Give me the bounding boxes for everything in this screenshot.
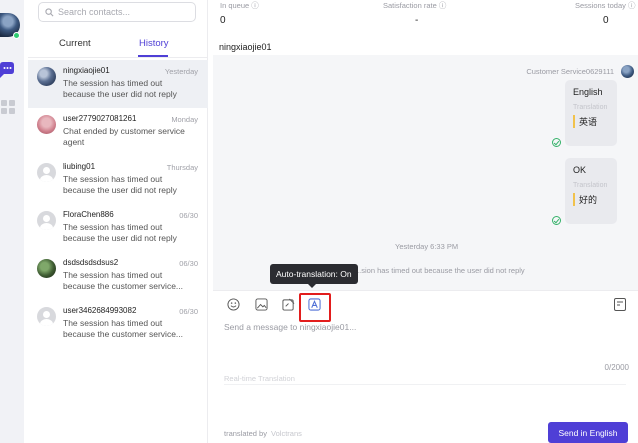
contact-time: 06/30 — [179, 211, 198, 220]
contact-tabs: Current History — [28, 34, 208, 58]
list-item[interactable]: ningxiaojie01 Yesterday The session has … — [28, 60, 208, 108]
stat-value: 0 — [603, 15, 609, 26]
quick-reply-icon[interactable] — [282, 298, 295, 311]
history-panel-icon[interactable] — [614, 298, 626, 311]
divider — [224, 384, 626, 385]
message-translation: 好的 — [573, 193, 609, 206]
contact-time: Thursday — [166, 163, 198, 172]
translation-label: Translation — [573, 104, 608, 111]
translate-highlight — [299, 293, 331, 322]
translation-label: Translation — [573, 182, 608, 189]
contact-preview: The session has timed out because the us… — [63, 222, 177, 243]
apps-grid-icon[interactable] — [1, 100, 15, 114]
search-input[interactable]: Search contacts... — [38, 2, 196, 22]
avatar — [37, 211, 56, 230]
list-item[interactable]: liubing01 Thursday The session has timed… — [28, 156, 208, 204]
message-translation: 英语 — [573, 115, 609, 128]
chat-title: ningxiaojie01 — [219, 42, 272, 52]
contacts-panel: Search contacts... Current History ningx… — [28, 0, 208, 443]
agent-avatar — [621, 65, 634, 78]
left-rail — [0, 0, 24, 443]
search-icon — [45, 7, 54, 16]
message-bubble: OK Translation 好的 — [565, 158, 617, 224]
stat-label: In queue — [220, 1, 250, 10]
contact-preview: Chat ended by customer service agent — [63, 126, 185, 147]
contact-preview: The session has timed out because the cu… — [63, 318, 184, 339]
agent-name: Customer Service0629111 — [526, 67, 614, 76]
tab-active-indicator — [138, 55, 168, 57]
powered-by: translated by Volctrans — [224, 429, 302, 438]
online-status-dot — [13, 32, 20, 39]
powered-by-text: translated by — [224, 429, 267, 438]
auto-translation-tooltip: Auto-translation: On — [270, 264, 358, 288]
tab-history[interactable]: History — [139, 38, 169, 49]
avatar — [37, 163, 56, 182]
info-icon[interactable]: ⓘ — [628, 1, 636, 10]
system-timestamp: Yesterday 6:33 PM — [395, 242, 459, 251]
info-icon[interactable]: ⓘ — [251, 1, 259, 10]
realtime-translation-label: Real-time Translation — [224, 374, 295, 383]
search-placeholder: Search contacts... — [58, 7, 131, 17]
chat-bubble-icon[interactable] — [0, 62, 16, 80]
stat-value: - — [415, 15, 419, 26]
translator-brand: Volctrans — [271, 429, 302, 438]
contact-time: 06/30 — [179, 307, 198, 316]
list-item[interactable]: user2779027081261 Monday Chat ended by c… — [28, 108, 208, 156]
message-composer: Send a message to ningxiaojie01... 0/200… — [213, 290, 638, 443]
message-bubble: English Translation 英语 — [565, 80, 617, 146]
read-check-icon — [552, 216, 561, 225]
avatar — [37, 67, 56, 86]
send-button[interactable]: Send in English — [548, 422, 628, 443]
avatar — [37, 115, 56, 134]
tab-current[interactable]: Current — [59, 38, 91, 49]
contact-preview: The session has timed out because the us… — [63, 174, 177, 195]
list-item[interactable]: FloraChen886 06/30 The session has timed… — [28, 204, 208, 252]
avatar — [37, 259, 56, 278]
contact-time: Monday — [171, 115, 198, 124]
image-icon[interactable] — [255, 298, 268, 311]
stat-value: 0 — [220, 15, 226, 26]
list-item[interactable]: user3462684993082 06/30 The session has … — [28, 300, 208, 348]
contact-preview: The session has timed out because the us… — [63, 78, 177, 99]
stat-sessions-today: Sessions today ⓘ 0 — [575, 0, 635, 26]
read-check-icon — [552, 138, 561, 147]
stat-label: Satisfaction rate — [383, 1, 437, 10]
message-input[interactable]: Send a message to ningxiaojie01... — [224, 322, 356, 332]
char-counter: 0/2000 — [604, 363, 629, 372]
stats-bar: In queue ⓘ 0 Satisfaction rate ⓘ - Sessi… — [213, 0, 638, 30]
stat-label: Sessions today — [575, 1, 626, 10]
system-message: ...sion has timed out because the user d… — [355, 266, 525, 275]
avatar — [37, 307, 56, 326]
message-original: English — [573, 87, 603, 97]
info-icon[interactable]: ⓘ — [439, 1, 447, 10]
stat-in-queue: In queue ⓘ 0 — [220, 0, 259, 26]
stat-satisfaction: Satisfaction rate ⓘ - — [383, 0, 446, 26]
contact-preview: The session has timed out because the cu… — [63, 270, 184, 291]
list-item[interactable]: dsdsdsdsdsus2 06/30 The session has time… — [28, 252, 208, 300]
message-original: OK — [573, 165, 587, 175]
contact-list: ningxiaojie01 Yesterday The session has … — [28, 60, 208, 348]
emoji-icon[interactable] — [227, 298, 240, 311]
contact-time: Yesterday — [164, 67, 198, 76]
contact-time: 06/30 — [179, 259, 198, 268]
